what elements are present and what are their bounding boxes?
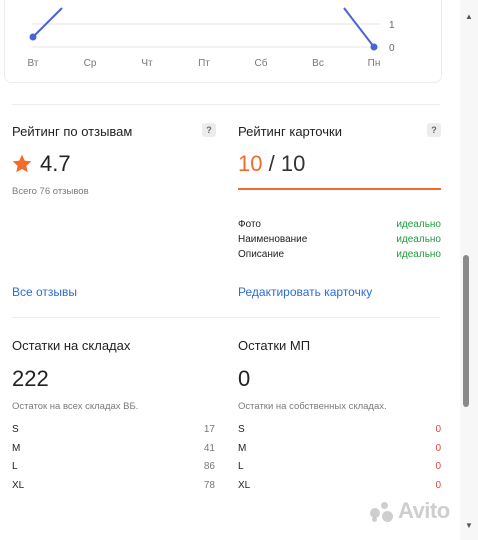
size-count: 0 [435, 424, 441, 435]
reviews-total-count: Всего 76 отзывов [12, 186, 89, 197]
size-count: 78 [203, 480, 215, 491]
card-check-label: Фото [238, 219, 261, 230]
size-count: 86 [203, 461, 215, 472]
size-label: S [238, 424, 245, 435]
chart-point-mon [370, 43, 378, 51]
card-check-status: идеально [396, 219, 441, 230]
chart-line-right [343, 7, 375, 48]
x-tick-wed: Ср [84, 58, 97, 69]
reviews-rating-title: Рейтинг по отзывам [12, 124, 133, 139]
size-label: M [12, 443, 21, 454]
reviews-help-icon[interactable]: ? [202, 123, 216, 137]
card-rating-max: 10 [280, 151, 306, 176]
section-divider-middle [12, 317, 440, 318]
mp-stock-title: Остатки МП [238, 338, 311, 353]
size-count: 41 [203, 443, 215, 454]
card-check-status: идеально [396, 249, 441, 260]
size-stock-row: XL 0 [238, 480, 441, 494]
size-count: 17 [203, 424, 215, 435]
avito-logo-icon [370, 502, 394, 523]
x-tick-sun: Вс [312, 58, 324, 69]
card-rating-help-icon[interactable]: ? [427, 123, 441, 137]
size-stock-row: M 41 [12, 443, 215, 457]
section-divider-top [12, 104, 440, 105]
warehouse-stock-total: 222 [12, 366, 49, 391]
card-rating-bar-track [238, 188, 441, 190]
size-stock-row: L 86 [12, 461, 215, 475]
x-tick-fri: Пт [198, 58, 210, 69]
card-check-row: Фото идеально [238, 219, 441, 233]
star-icon [12, 154, 32, 173]
card-check-label: Наименование [238, 234, 308, 245]
size-label: XL [12, 480, 25, 491]
card-check-row: Наименование идеально [238, 234, 441, 248]
x-tick-mon: Пн [368, 58, 381, 69]
product-stats-page: 1 0 Вт Ср Чт Пт Сб Вс Пн Рейтинг по отзы… [0, 0, 460, 540]
scroll-down-arrow-icon[interactable]: ▼ [464, 521, 474, 531]
all-reviews-link[interactable]: Все отзывы [12, 285, 77, 299]
mp-stock-subtitle: Остатки на собственных складах. [238, 401, 387, 412]
size-count: 0 [435, 443, 441, 454]
size-label: M [238, 443, 247, 454]
scroll-up-arrow-icon[interactable]: ▲ [464, 12, 474, 22]
warehouse-stock-title: Остатки на складах [12, 338, 131, 353]
y-tick-1: 1 [389, 20, 395, 31]
card-rating-score: 10 / 10 [238, 151, 305, 177]
chart-line-left [32, 7, 63, 38]
card-check-status: идеально [396, 234, 441, 245]
avito-watermark: Avito [370, 498, 450, 524]
scrollbar-thumb[interactable] [463, 255, 469, 407]
card-rating-title: Рейтинг карточки [238, 124, 342, 139]
edit-card-link[interactable]: Редактировать карточку [238, 285, 372, 299]
size-label: XL [238, 480, 251, 491]
card-rating-score-value: 10 [238, 151, 263, 176]
mp-stock-total: 0 [238, 366, 251, 391]
size-stock-row: XL 78 [12, 480, 215, 494]
size-stock-row: L 0 [238, 461, 441, 475]
x-tick-tue: Вт [28, 58, 39, 69]
size-label: L [12, 461, 18, 472]
x-tick-sat: Сб [255, 57, 268, 69]
size-count: 0 [435, 461, 441, 472]
size-stock-row: S 17 [12, 424, 215, 438]
reviews-rating-value: 4.7 [40, 151, 71, 176]
avito-watermark-text: Avito [398, 498, 450, 523]
size-stock-row: M 0 [238, 443, 441, 457]
card-rating-separator: / [268, 151, 275, 176]
size-stock-row: S 0 [238, 424, 441, 438]
y-tick-0: 0 [389, 43, 395, 54]
card-check-label: Описание [238, 249, 285, 260]
size-count: 0 [435, 480, 441, 491]
card-rating-bar-fill [238, 188, 441, 190]
card-check-row: Описание идеально [238, 249, 441, 263]
size-label: S [12, 424, 19, 435]
size-label: L [238, 461, 244, 472]
x-tick-thu: Чт [141, 58, 153, 69]
warehouse-stock-subtitle: Остаток на всех складах ВБ. [12, 401, 139, 412]
weekday-chart: 1 0 Вт Ср Чт Пт Сб Вс Пн [28, 7, 395, 69]
chart-point-tue [29, 33, 37, 41]
